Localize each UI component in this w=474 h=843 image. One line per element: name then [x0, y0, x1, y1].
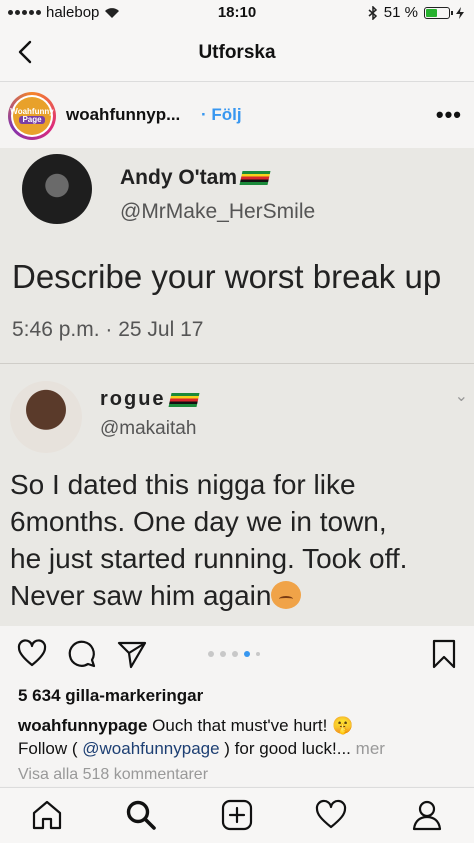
- nav-header: Utforska: [0, 26, 474, 82]
- tweet-author: Andy O'tam: [120, 166, 271, 190]
- reply-author: rogue: [100, 388, 200, 411]
- charging-icon: [456, 6, 464, 19]
- search-icon[interactable]: [124, 798, 158, 832]
- tweet-handle: @MrMake_HerSmile: [120, 200, 316, 223]
- post-header: Woahfunny Page woahfunnyp... · Följ •••: [0, 82, 474, 148]
- heart-icon[interactable]: [16, 638, 48, 670]
- flag-icon: [168, 392, 200, 407]
- reply-handle: @makaitah: [100, 418, 197, 439]
- mention-link[interactable]: @woahfunnypage: [82, 739, 219, 758]
- battery-icon: [424, 6, 453, 19]
- avatar[interactable]: Woahfunny Page: [8, 92, 56, 140]
- carousel-indicator: [208, 651, 260, 657]
- comment-icon[interactable]: [66, 638, 98, 670]
- like-count[interactable]: 5 634 gilla-markeringar: [18, 686, 203, 706]
- status-bar: halebop 18:10 51 %: [0, 0, 474, 26]
- carousel-dot: [244, 651, 250, 657]
- shush-emoji-icon: 🤫: [332, 716, 354, 735]
- carousel-dot: [208, 651, 214, 657]
- profile-icon[interactable]: [410, 798, 444, 832]
- tweet-date: 5:46 p.m. · 25 Jul 17: [12, 318, 204, 341]
- post-image[interactable]: Andy O'tam @MrMake_HerSmile Describe you…: [0, 148, 474, 626]
- bookmark-icon[interactable]: [428, 638, 460, 670]
- home-icon[interactable]: [30, 798, 64, 832]
- tweet-text: Describe your worst break up: [12, 258, 442, 295]
- follow-button[interactable]: · Följ: [201, 105, 242, 125]
- carousel-dot: [220, 651, 226, 657]
- post-username[interactable]: woahfunnyp...: [66, 105, 180, 125]
- post-meta: 5 634 gilla-markeringar woahfunnypage Ou…: [0, 682, 474, 786]
- carousel-dot: [256, 652, 260, 656]
- avatar-logo: Woahfunny Page: [10, 97, 54, 135]
- send-icon[interactable]: [116, 638, 148, 670]
- add-post-icon[interactable]: [220, 798, 254, 832]
- reply-text: So I dated this nigga for like 6months. …: [10, 469, 408, 611]
- bluetooth-icon: [368, 5, 377, 20]
- post-caption: woahfunnypage Ouch that must've hurt! 🤫 …: [18, 716, 385, 758]
- chevron-down-icon: ⌄: [454, 388, 468, 405]
- reply-avatar: [10, 381, 82, 453]
- activity-icon[interactable]: [314, 798, 348, 832]
- view-comments-link[interactable]: Visa alla 518 kommentarer: [18, 766, 208, 784]
- bottom-nav: [0, 787, 474, 843]
- tweet-avatar: [22, 154, 92, 224]
- caption-username[interactable]: woahfunnypage: [18, 716, 147, 735]
- post-actions: [0, 626, 474, 682]
- page-title: Utforska: [198, 42, 276, 63]
- divider: [0, 363, 474, 364]
- carousel-dot: [232, 651, 238, 657]
- more-options-icon[interactable]: •••: [436, 102, 462, 128]
- battery-level: [426, 8, 437, 17]
- flag-icon: [239, 171, 271, 186]
- angry-emoji-icon: [271, 581, 302, 609]
- battery-percent: 51 %: [383, 4, 418, 21]
- more-link[interactable]: mer: [356, 739, 385, 758]
